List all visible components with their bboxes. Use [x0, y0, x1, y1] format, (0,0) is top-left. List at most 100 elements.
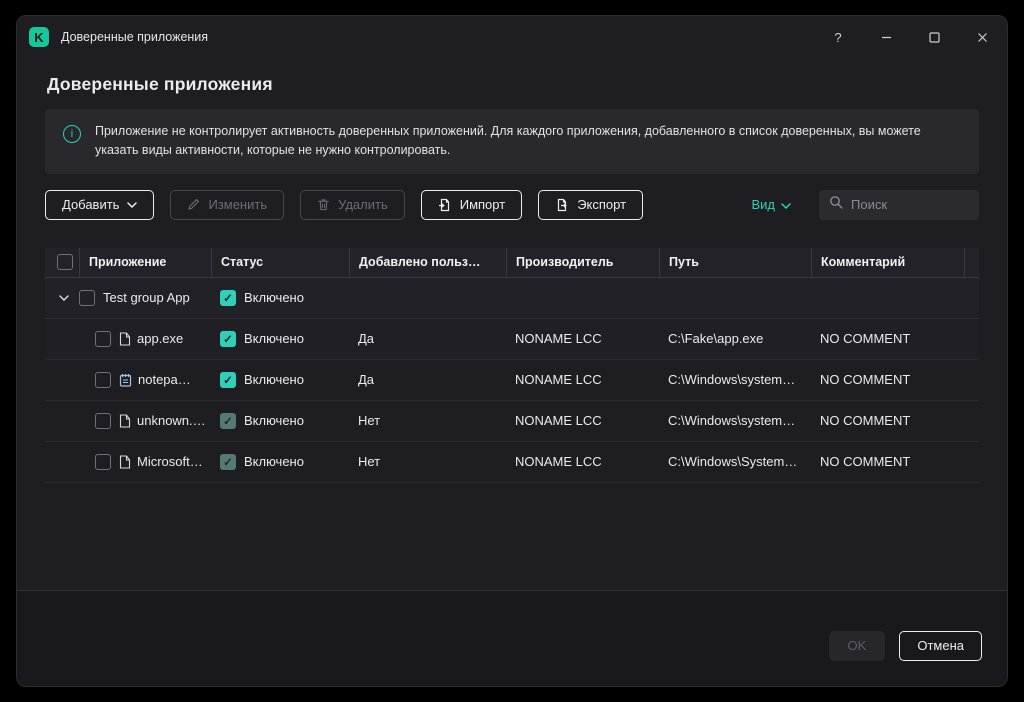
dialog-footer: OK Отмена	[17, 590, 1007, 686]
status-checkbox[interactable]	[220, 453, 236, 470]
search-box[interactable]	[819, 189, 979, 220]
app-name: notepa…	[138, 372, 191, 388]
app-name: app.exe	[137, 331, 184, 347]
status-label: Включено	[244, 290, 304, 306]
help-button[interactable]: ?	[825, 24, 851, 50]
status-cell: Включено	[211, 442, 349, 482]
kaspersky-logo-icon: K	[29, 27, 49, 47]
added-by-user-cell: Да	[358, 331, 375, 347]
app-name: MicrosoftE…	[137, 454, 211, 470]
view-dropdown[interactable]: Вид	[751, 197, 791, 212]
added-by-user-cell: Да	[358, 372, 375, 388]
edit-button[interactable]: Изменить	[170, 189, 285, 220]
file-icon	[119, 332, 131, 346]
group-name-cell: Test group App	[45, 278, 211, 318]
status-checkbox[interactable]	[220, 289, 236, 306]
status-cell: Включено	[211, 319, 349, 359]
vendor-cell: NONAME LCC	[515, 372, 602, 388]
column-header-filler	[964, 247, 979, 277]
status-checkbox[interactable]	[220, 330, 236, 347]
info-banner: i Приложение не контролирует активность …	[45, 109, 979, 174]
ok-button[interactable]: OK	[828, 630, 886, 661]
applications-table: Приложение Статус Добавлено польз… Произ…	[45, 247, 979, 590]
row-select-checkbox[interactable]	[95, 330, 111, 347]
table-row[interactable]: app.exe Включено Да NONAME LCC C:\Fake\a…	[45, 318, 979, 360]
status-label: Включено	[244, 454, 304, 470]
comment-cell: NO COMMENT	[820, 454, 911, 470]
export-icon	[555, 198, 569, 212]
status-cell: Включено	[211, 360, 349, 400]
titlebar: K Доверенные приложения ?	[17, 16, 1007, 58]
search-input[interactable]	[851, 197, 969, 213]
window-controls: ?	[803, 24, 995, 50]
column-header-path[interactable]: Путь	[659, 247, 811, 277]
path-cell: C:\Windows\System…	[668, 454, 798, 470]
info-icon: i	[63, 125, 81, 143]
maximize-icon	[928, 31, 940, 43]
chevron-down-icon	[127, 202, 138, 208]
add-button[interactable]: Добавить	[45, 189, 155, 220]
path-cell: C:\Windows\system…	[668, 372, 796, 388]
row-select-checkbox[interactable]	[95, 453, 111, 470]
row-select-checkbox[interactable]	[79, 289, 95, 306]
app-name-cell: MicrosoftE…	[45, 442, 211, 482]
minimize-button[interactable]	[873, 24, 899, 50]
table-row[interactable]: MicrosoftE… Включено Нет NONAME LCC C:\W…	[45, 442, 979, 483]
added-by-user-cell: Нет	[358, 413, 381, 429]
window-title: Доверенные приложения	[61, 30, 209, 44]
import-icon	[438, 198, 452, 212]
column-header-comment[interactable]: Комментарий	[811, 247, 964, 277]
vendor-cell: NONAME LCC	[515, 413, 602, 429]
minimize-icon	[881, 32, 892, 43]
row-select-checkbox[interactable]	[95, 412, 111, 429]
column-header-vendor[interactable]: Производитель	[506, 247, 659, 277]
notepad-icon	[119, 373, 132, 387]
app-name-cell: unknown.…	[45, 401, 211, 441]
cancel-button[interactable]: Отмена	[899, 630, 982, 661]
chevron-down-icon[interactable]	[57, 295, 71, 301]
chevron-down-icon	[781, 197, 791, 212]
vendor-cell: NONAME LCC	[515, 454, 602, 470]
app-name: unknown.…	[137, 413, 206, 429]
toolbar: Добавить Изменить Удалить Импорт Экспорт	[45, 189, 979, 221]
vendor-cell: NONAME LCC	[515, 331, 602, 347]
page-title: Доверенные приложения	[47, 74, 273, 94]
status-label: Включено	[244, 331, 304, 347]
status-cell: Включено	[211, 401, 349, 441]
column-header-added-by-user[interactable]: Добавлено польз…	[349, 247, 506, 277]
import-button[interactable]: Импорт	[420, 189, 523, 220]
export-button[interactable]: Экспорт	[538, 189, 644, 220]
column-header-application[interactable]: Приложение	[79, 247, 211, 277]
edit-button-label: Изменить	[208, 197, 268, 213]
table-row[interactable]: notepa… Включено Да NONAME LCC C:\Window…	[45, 360, 979, 401]
row-select-checkbox[interactable]	[95, 371, 111, 388]
comment-cell: NO COMMENT	[820, 413, 911, 429]
path-cell: C:\Windows\system…	[668, 413, 796, 429]
delete-button[interactable]: Удалить	[300, 189, 405, 220]
file-icon	[119, 414, 131, 428]
add-button-label: Добавить	[62, 197, 120, 213]
app-name-cell: app.exe	[45, 319, 211, 359]
group-name: Test group App	[103, 290, 190, 306]
table-row[interactable]: unknown.… Включено Нет NONAME LCC C:\Win…	[45, 401, 979, 442]
select-all-checkbox[interactable]	[57, 254, 73, 271]
status-checkbox[interactable]	[220, 412, 236, 429]
file-icon	[119, 455, 131, 469]
table-group-row[interactable]: Test group App Включено	[45, 277, 979, 319]
added-by-user-cell: Нет	[358, 454, 381, 470]
column-header-status[interactable]: Статус	[211, 247, 349, 277]
import-button-label: Импорт	[459, 197, 506, 213]
app-name-cell: notepa…	[45, 360, 211, 400]
export-button-label: Экспорт	[577, 197, 627, 213]
info-banner-text: Приложение не контролирует активность до…	[95, 124, 921, 158]
maximize-button[interactable]	[921, 24, 947, 50]
delete-button-label: Удалить	[338, 197, 388, 213]
close-icon	[977, 32, 988, 43]
app-window: K Доверенные приложения ? Доверенные при…	[16, 15, 1008, 687]
group-status-cell: Включено	[211, 278, 349, 318]
path-cell: C:\Fake\app.exe	[668, 331, 764, 347]
status-checkbox[interactable]	[220, 371, 236, 388]
close-button[interactable]	[969, 24, 995, 50]
view-dropdown-label: Вид	[751, 197, 775, 213]
trash-icon	[317, 198, 330, 211]
